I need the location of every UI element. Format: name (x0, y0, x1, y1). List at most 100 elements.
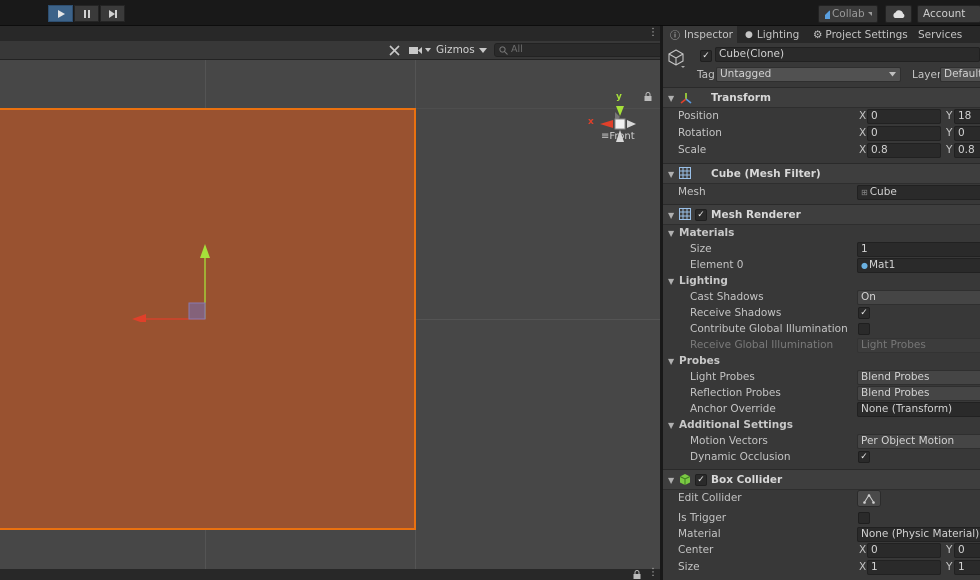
step-button[interactable] (100, 5, 125, 22)
collider-size-y-field[interactable]: 1 (954, 560, 980, 575)
view-orientation[interactable]: ≡Front (601, 131, 635, 142)
mesh-row: Mesh ⊞ Cube (663, 184, 980, 201)
object-name-input[interactable]: Cube(Clone) (715, 47, 980, 62)
pause-button[interactable] (74, 5, 99, 22)
edit-collider-button[interactable] (857, 490, 881, 507)
box-collider-icon (679, 474, 691, 485)
active-checkbox[interactable]: ✓ (700, 50, 712, 62)
cloud-icon (892, 9, 904, 18)
probes-section[interactable]: ▼ Probes (663, 353, 980, 370)
element0-field[interactable]: ●Mat1 (857, 258, 980, 273)
box-collider-enabled-checkbox[interactable]: ✓ (695, 474, 707, 486)
mesh-renderer-enabled-checkbox[interactable]: ✓ (695, 209, 707, 221)
receive-gi-row: Receive Global Illumination Light Probes (663, 337, 980, 354)
lock-icon[interactable] (644, 92, 652, 101)
x-axis-arrow[interactable] (132, 314, 146, 322)
tab-inspector[interactable]: ⓘ Inspector (663, 26, 737, 43)
mesh-icon: ⊞ (861, 188, 868, 197)
lighting-section[interactable]: ▼ Lighting (663, 273, 980, 290)
account-button[interactable]: Account (917, 5, 980, 23)
lock-icon[interactable] (633, 570, 641, 579)
center-x-field[interactable]: 0 (867, 543, 941, 558)
cast-shadows-dropdown[interactable]: On (857, 290, 980, 305)
mesh-label: Mesh (678, 186, 706, 198)
y-label: Y (946, 127, 953, 139)
collab-label: Collab (831, 8, 865, 20)
light-probes-label: Light Probes (690, 371, 755, 383)
mesh-filter-header[interactable]: ▼ Cube (Mesh Filter) (663, 163, 980, 184)
scale-y-field[interactable]: 0.8 (954, 143, 980, 158)
position-row: Position X 0 Y 18 (663, 108, 980, 125)
contribute-gi-label: Contribute Global Illumination (690, 323, 848, 335)
gizmos-button[interactable]: Gizmos (436, 44, 475, 56)
position-y-field[interactable]: 18 (954, 109, 980, 124)
chevron-down-icon (867, 12, 872, 16)
light-probes-row: Light Probes Blend Probes (663, 369, 980, 386)
search-placeholder: All (511, 44, 523, 55)
dynamic-occlusion-checkbox[interactable]: ✓ (858, 451, 870, 463)
reflection-probes-dropdown[interactable]: Blend Probes (857, 386, 980, 401)
transform-header[interactable]: ▼ Transform (663, 87, 980, 108)
center-y-field[interactable]: 0 (954, 543, 980, 558)
play-button[interactable] (48, 5, 73, 22)
is-trigger-checkbox[interactable] (858, 512, 870, 524)
materials-section[interactable]: ▼ Materials (663, 225, 980, 242)
receive-gi-label: Receive Global Illumination (690, 339, 834, 351)
edit-collider-row: Edit Collider (663, 490, 980, 510)
camera-icon[interactable] (409, 46, 431, 55)
tag-dropdown[interactable]: Untagged (716, 67, 901, 82)
mesh-field[interactable]: ⊞ Cube (857, 185, 980, 200)
scale-row: Scale X 0.8 Y 0.8 (663, 142, 980, 159)
inspector-tab-bar: ⓘ Inspector ● Lighting ⚙ Project Settings S… (663, 26, 980, 43)
y-axis-arrow[interactable] (200, 244, 210, 258)
chevron-down-icon[interactable] (479, 48, 487, 54)
scene-view[interactable]: ⋮ Gizmos All y x ≡Front ⋮ (0, 26, 660, 580)
receive-shadows-checkbox[interactable]: ✓ (858, 307, 870, 319)
mesh-renderer-header[interactable]: ▼ ✓ Mesh Renderer (663, 204, 980, 225)
collider-material-row: Material None (Physic Material) (663, 526, 980, 543)
motion-vectors-dropdown[interactable]: Per Object Motion (857, 434, 980, 449)
materials-size-field[interactable]: 1 (857, 242, 980, 257)
fold-arrow-icon: ▼ (668, 170, 675, 179)
rotation-x-field[interactable]: 0 (867, 126, 941, 141)
is-trigger-label: Is Trigger (678, 512, 727, 524)
scale-x-field[interactable]: 0.8 (867, 143, 941, 158)
gear-icon: ⚙ (813, 28, 823, 41)
tools-icon[interactable] (388, 44, 401, 57)
fold-arrow-icon: ▼ (668, 229, 675, 238)
more-options-icon[interactable]: ⋮ (648, 567, 658, 578)
info-icon: ⓘ (670, 31, 680, 42)
dynamic-occlusion-label: Dynamic Occlusion (690, 451, 791, 463)
scene-search-input[interactable]: All (494, 43, 660, 57)
cloud-button[interactable] (885, 5, 912, 23)
more-options-icon[interactable]: ⋮ (648, 27, 658, 38)
element0-row: Element 0 ●Mat1 (663, 257, 980, 274)
rotation-y-field[interactable]: 0 (954, 126, 980, 141)
additional-settings-section[interactable]: ▼ Additional Settings (663, 417, 980, 434)
light-probes-dropdown[interactable]: Blend Probes (857, 370, 980, 385)
search-icon (499, 46, 508, 55)
collider-material-field[interactable]: None (Physic Material) (857, 527, 980, 542)
x-label: X (859, 544, 867, 556)
scene-viewport[interactable]: y x ≡Front (0, 60, 660, 569)
move-gizmo[interactable] (128, 242, 218, 322)
probes-header: Probes (679, 355, 720, 367)
collider-material-label: Material (678, 528, 721, 540)
tab-lighting[interactable]: ● Lighting (743, 26, 799, 43)
collab-button[interactable]: Collab (818, 5, 878, 23)
contribute-gi-checkbox[interactable] (858, 323, 870, 335)
position-x-field[interactable]: 0 (867, 109, 941, 124)
layer-value: Default (944, 68, 980, 80)
box-collider-header[interactable]: ▼ ✓ Box Collider (663, 469, 980, 490)
layer-dropdown[interactable]: Default (940, 67, 980, 82)
tab-services[interactable]: Services (918, 26, 962, 43)
xy-plane-handle[interactable] (188, 302, 206, 320)
rotation-label: Rotation (678, 127, 722, 139)
collider-size-x-field[interactable]: 1 (867, 560, 941, 575)
anchor-override-field[interactable]: None (Transform) (857, 402, 980, 417)
tab-project-settings[interactable]: ⚙ Project Settings (813, 26, 908, 43)
scene-toolbar: Gizmos All (0, 41, 660, 60)
gizmo-y-label: y (616, 92, 622, 102)
motion-vectors-label: Motion Vectors (690, 435, 768, 447)
transform-icon (680, 93, 692, 104)
